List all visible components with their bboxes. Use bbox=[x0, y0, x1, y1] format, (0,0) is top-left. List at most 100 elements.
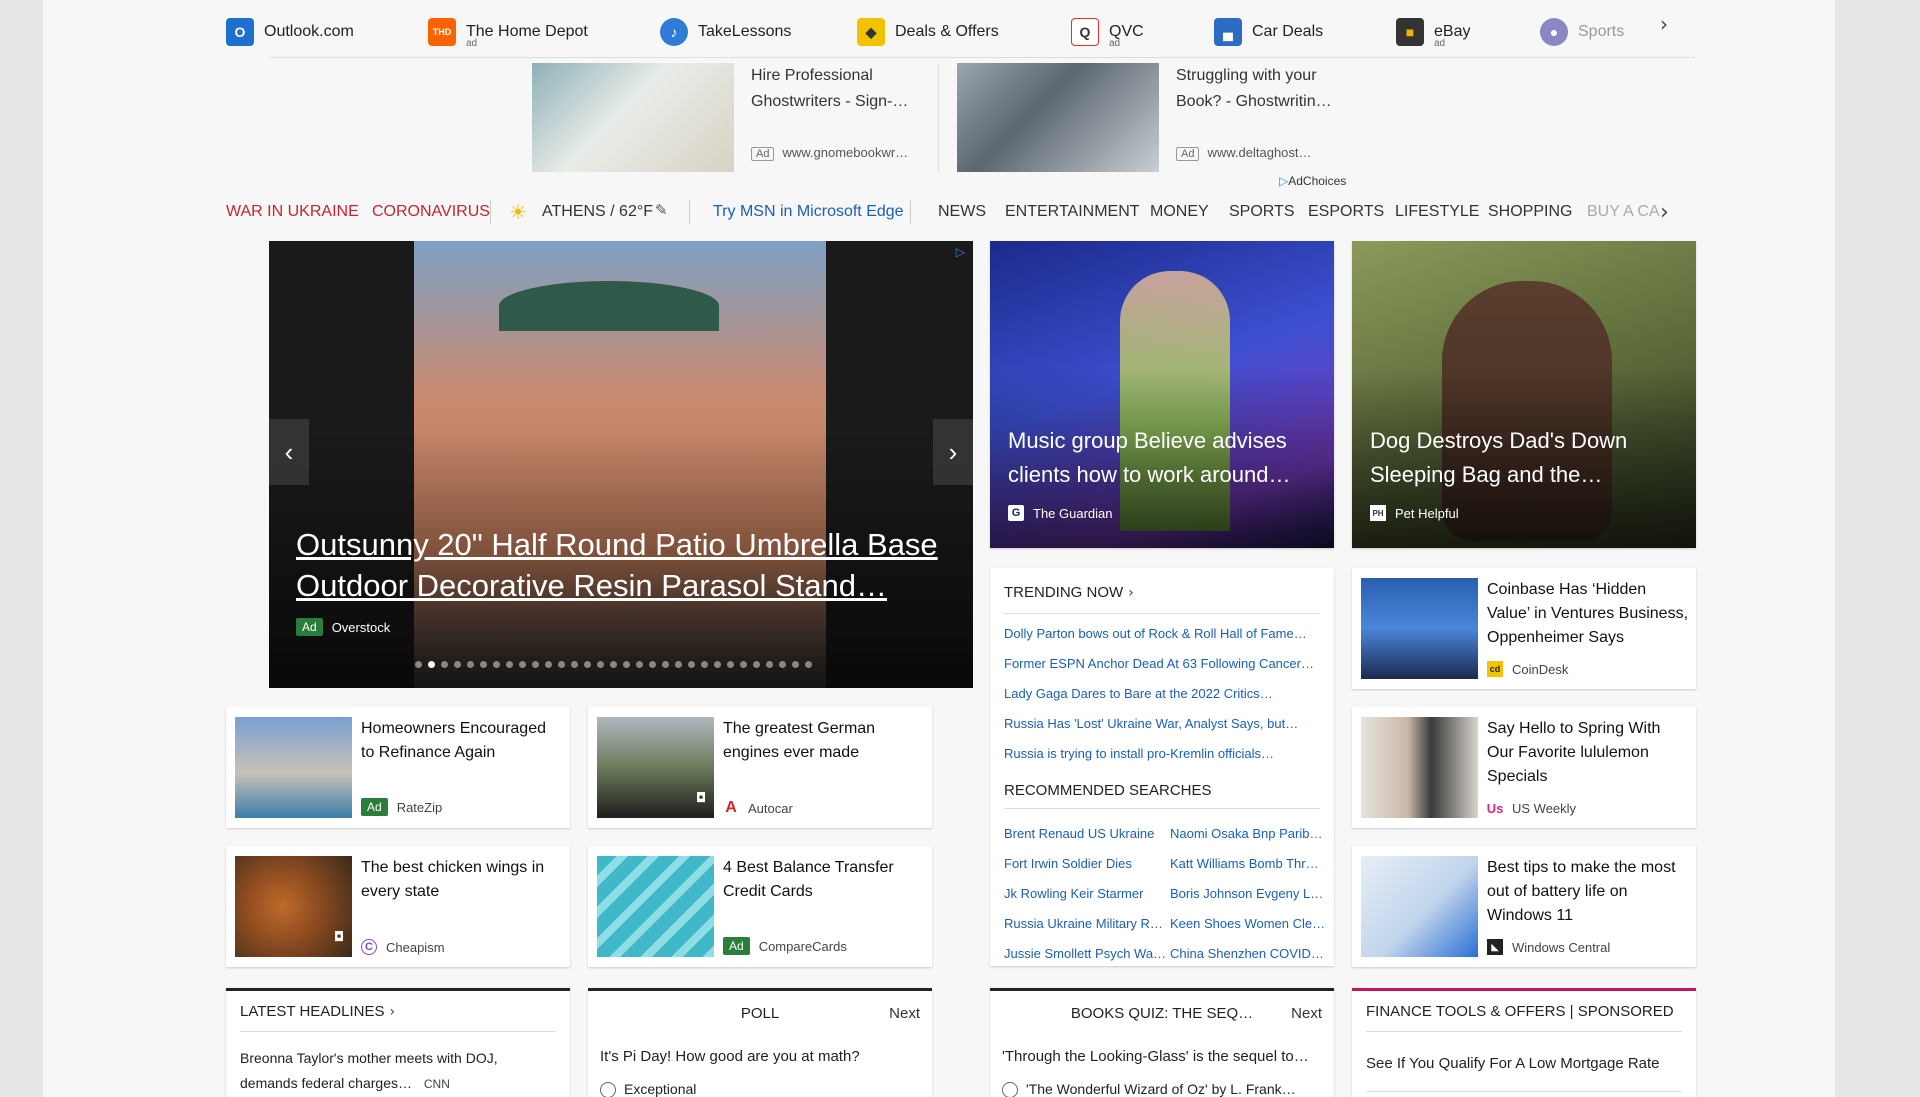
edge-promo-link[interactable]: Try MSN in Microsoft Edge bbox=[713, 203, 904, 221]
recommended-search-link[interactable]: Katt Williams Bomb Thr… bbox=[1170, 856, 1319, 871]
carousel-dots[interactable] bbox=[415, 661, 812, 668]
carousel-dot[interactable] bbox=[753, 661, 760, 668]
carousel-dot[interactable] bbox=[727, 661, 734, 668]
quicklink-sports[interactable]: ● Sports bbox=[1540, 12, 1624, 52]
carousel-dot[interactable] bbox=[415, 661, 422, 668]
radio-button[interactable] bbox=[600, 1082, 616, 1097]
hero-next-button[interactable]: › bbox=[933, 419, 973, 485]
poll-next-button[interactable]: Next bbox=[889, 1005, 920, 1022]
carousel-dot[interactable] bbox=[519, 661, 526, 668]
story-card-windows-battery[interactable]: Best tips to make the most out of batter… bbox=[1352, 846, 1696, 967]
hero-carousel[interactable]: ▷ ‹ › Outsunny 20" Half Round Patio Umbr… bbox=[269, 241, 973, 688]
quicklink-deals[interactable]: ◆ Deals & Offers bbox=[857, 12, 999, 52]
carousel-dot[interactable] bbox=[441, 661, 448, 668]
nav-next-icon[interactable]: › bbox=[1660, 200, 1669, 225]
story-tile-dog[interactable]: Dog Destroys Dad's Down Sleeping Bag and… bbox=[1352, 241, 1696, 548]
nav-news[interactable]: NEWS bbox=[938, 203, 986, 221]
latest-headline-item[interactable]: Breonna Taylor's mother meets with DOJ, … bbox=[240, 1046, 540, 1097]
recommended-search-link[interactable]: Jk Rowling Keir Starmer bbox=[1004, 886, 1143, 901]
recommended-search-link[interactable]: Fort Irwin Soldier Dies bbox=[1004, 856, 1132, 871]
nav-sports[interactable]: SPORTS bbox=[1229, 203, 1295, 221]
carousel-dot[interactable] bbox=[766, 661, 773, 668]
hero-title[interactable]: Outsunny 20" Half Round Patio Umbrella B… bbox=[296, 524, 956, 606]
carousel-dot[interactable] bbox=[779, 661, 786, 668]
nav-money[interactable]: MONEY bbox=[1150, 203, 1209, 221]
carousel-dot[interactable] bbox=[675, 661, 682, 668]
quicklink-takelessons[interactable]: ♪ TakeLessons bbox=[660, 12, 791, 52]
recommended-search-link[interactable]: Boris Johnson Evgeny L… bbox=[1170, 886, 1323, 901]
trending-heading[interactable]: TRENDING NOW › bbox=[1004, 584, 1134, 601]
story-card-coinbase[interactable]: Coinbase Has ‘Hidden Value’ in Ventures … bbox=[1352, 568, 1696, 689]
adchoices-link[interactable]: ▷AdChoices bbox=[1279, 174, 1346, 188]
ad-image-ghostwriter[interactable] bbox=[532, 63, 734, 172]
weather-location[interactable]: ATHENS / 62°F bbox=[542, 203, 653, 221]
carousel-dot[interactable] bbox=[480, 661, 487, 668]
story-card-refinance[interactable]: Homeowners Encouraged to Refinance Again… bbox=[226, 707, 570, 828]
nav-shopping[interactable]: SHOPPING bbox=[1488, 203, 1572, 221]
story-card-lululemon[interactable]: Say Hello to Spring With Our Favorite lu… bbox=[1352, 707, 1696, 828]
story-card-chicken-wings[interactable]: ◘ The best chicken wings in every state … bbox=[226, 846, 570, 967]
carousel-dot[interactable] bbox=[701, 661, 708, 668]
carousel-dot[interactable] bbox=[506, 661, 513, 668]
carousel-dot[interactable] bbox=[428, 661, 435, 668]
finance-offer-link[interactable]: See If You Qualify For A Low Mortgage Ra… bbox=[1366, 1055, 1660, 1072]
nav-war-in-ukraine[interactable]: WAR IN UKRAINE bbox=[226, 203, 359, 221]
carousel-dot[interactable] bbox=[623, 661, 630, 668]
carousel-dot[interactable] bbox=[597, 661, 604, 668]
hero-prev-button[interactable]: ‹ bbox=[269, 419, 309, 485]
carousel-dot[interactable] bbox=[610, 661, 617, 668]
ad-image-book[interactable] bbox=[957, 63, 1159, 172]
quicklink-outlook[interactable]: O Outlook.com bbox=[226, 12, 354, 52]
quicklink-ebay[interactable]: ■ eBay ad bbox=[1396, 12, 1470, 52]
ad-url[interactable]: Ad www.gnomebookwr… bbox=[751, 145, 908, 161]
edit-pencil-icon[interactable]: ✎ bbox=[655, 201, 668, 219]
carousel-dot[interactable] bbox=[714, 661, 721, 668]
ad-title[interactable]: Struggling with your Book? - Ghostwritin… bbox=[1176, 63, 1366, 115]
carousel-dot[interactable] bbox=[740, 661, 747, 668]
recommended-search-link[interactable]: China Shenzhen COVID… bbox=[1170, 946, 1324, 961]
recommended-search-link[interactable]: Russia Ukraine Military R… bbox=[1004, 916, 1163, 931]
nav-lifestyle[interactable]: LIFESTYLE bbox=[1395, 203, 1479, 221]
recommended-search-link[interactable]: Keen Shoes Women Cle… bbox=[1170, 916, 1325, 931]
carousel-dot[interactable] bbox=[558, 661, 565, 668]
carousel-dot[interactable] bbox=[662, 661, 669, 668]
carousel-dot[interactable] bbox=[688, 661, 695, 668]
trending-link[interactable]: Russia is trying to install pro-Kremlin … bbox=[1004, 746, 1274, 761]
recommended-search-link[interactable]: Naomi Osaka Bnp Parib… bbox=[1170, 826, 1322, 841]
carousel-dot[interactable] bbox=[467, 661, 474, 668]
carousel-dot[interactable] bbox=[493, 661, 500, 668]
ad-title[interactable]: Hire Professional Ghostwriters - Sign-… bbox=[751, 63, 941, 115]
carousel-dot[interactable] bbox=[649, 661, 656, 668]
quicklink-qvc[interactable]: Q QVC ad bbox=[1071, 12, 1144, 52]
nav-coronavirus[interactable]: CORONAVIRUS bbox=[372, 203, 490, 221]
carousel-dot[interactable] bbox=[636, 661, 643, 668]
carousel-dot[interactable] bbox=[532, 661, 539, 668]
trending-link[interactable]: Lady Gaga Dares to Bare at the 2022 Crit… bbox=[1004, 686, 1273, 701]
radio-button[interactable] bbox=[1002, 1082, 1018, 1097]
carousel-dot[interactable] bbox=[454, 661, 461, 668]
story-tile-music[interactable]: Music group Believe advises clients how … bbox=[990, 241, 1334, 548]
quicklinks-next-icon[interactable]: › bbox=[1660, 12, 1668, 36]
recommended-search-link[interactable]: Jussie Smollett Psych Wa… bbox=[1004, 946, 1166, 961]
trending-link[interactable]: Russia Has 'Lost' Ukraine War, Analyst S… bbox=[1004, 716, 1298, 731]
carousel-dot[interactable] bbox=[792, 661, 799, 668]
quiz-option[interactable]: 'The Wonderful Wizard of Oz' by L. Frank… bbox=[1002, 1081, 1296, 1097]
nav-buy-a-car[interactable]: BUY A CA bbox=[1587, 203, 1695, 221]
carousel-dot[interactable] bbox=[571, 661, 578, 668]
story-card-balance-transfer[interactable]: 4 Best Balance Transfer Credit Cards Ad C… bbox=[588, 846, 932, 967]
trending-link[interactable]: Former ESPN Anchor Dead At 63 Following … bbox=[1004, 656, 1314, 671]
poll-option[interactable]: Exceptional bbox=[600, 1081, 696, 1097]
quicklink-car-deals[interactable]: ▄ Car Deals bbox=[1214, 12, 1323, 52]
ad-info-icon[interactable]: ▷ bbox=[956, 245, 965, 259]
carousel-dot[interactable] bbox=[545, 661, 552, 668]
carousel-dot[interactable] bbox=[584, 661, 591, 668]
recommended-search-link[interactable]: Brent Renaud US Ukraine bbox=[1004, 826, 1154, 841]
carousel-dot[interactable] bbox=[805, 661, 812, 668]
nav-entertainment[interactable]: ENTERTAINMENT bbox=[1005, 203, 1140, 221]
nav-esports[interactable]: ESPORTS bbox=[1308, 203, 1384, 221]
quicklink-home-depot[interactable]: THD The Home Depot ad bbox=[428, 12, 588, 52]
trending-link[interactable]: Dolly Parton bows out of Rock & Roll Hal… bbox=[1004, 626, 1307, 641]
story-card-german-engines[interactable]: ◘ The greatest German engines ever made … bbox=[588, 707, 932, 828]
quiz-next-button[interactable]: Next bbox=[1291, 1005, 1322, 1022]
ad-url[interactable]: Ad www.deltaghost… bbox=[1176, 145, 1312, 161]
